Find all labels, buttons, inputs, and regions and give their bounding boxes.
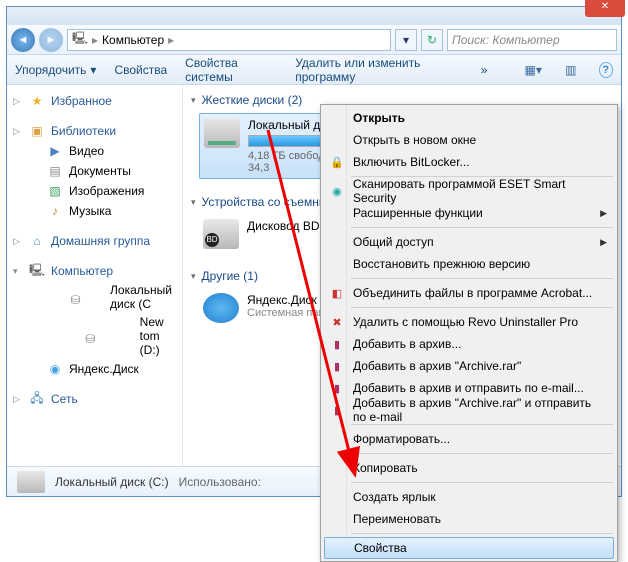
ctx-copy[interactable]: Копировать xyxy=(323,457,615,479)
back-button[interactable]: ◄ xyxy=(11,28,35,52)
cloud-icon: ◉ xyxy=(47,361,63,377)
refresh-button[interactable]: ↻ xyxy=(421,29,443,51)
expand-icon: ▷ xyxy=(13,96,20,107)
ctx-create-shortcut[interactable]: Создать ярлык xyxy=(323,486,615,508)
expand-icon: ▷ xyxy=(13,394,20,405)
search-input[interactable]: Поиск: Компьютер xyxy=(447,29,617,51)
drive-icon: ⛁ xyxy=(47,289,104,305)
sidebar-network[interactable]: ▷🖧Сеть xyxy=(7,389,182,409)
sidebar-libraries[interactable]: ▷▣Библиотеки xyxy=(7,121,182,141)
titlebar: ✕ xyxy=(7,7,621,25)
rar-icon: ▮ xyxy=(329,358,345,374)
context-menu: Открыть Открыть в новом окне 🔒Включить B… xyxy=(320,104,618,562)
ctx-share[interactable]: Общий доступ▶ xyxy=(323,231,615,253)
computer-icon: 🖳 xyxy=(72,32,88,48)
star-icon: ★ xyxy=(29,93,45,109)
revo-icon: ✖ xyxy=(329,314,345,330)
sidebar-computer[interactable]: ▾🖳Компьютер xyxy=(7,261,182,281)
sidebar-item-drive-c[interactable]: ⛁Локальный диск (С xyxy=(7,281,182,313)
sidebar-item-images[interactable]: ▧Изображения xyxy=(7,181,182,201)
sidebar-item-music[interactable]: ♪Музыка xyxy=(7,201,182,221)
ctx-eset-ext[interactable]: Расширенные функции▶ xyxy=(323,202,615,224)
ctx-open-new-window[interactable]: Открыть в новом окне xyxy=(323,129,615,151)
sidebar-favorites[interactable]: ▷★Избранное xyxy=(7,91,182,111)
sidebar: ▷★Избранное ▷▣Библиотеки ▶Видео ▤Докумен… xyxy=(7,85,183,466)
ctx-format[interactable]: Форматировать... xyxy=(323,428,615,450)
organize-menu[interactable]: Упорядочить ▾ xyxy=(15,63,96,77)
bitlocker-icon: 🔒 xyxy=(329,154,345,170)
view-mode-button[interactable]: ▦▾ xyxy=(523,60,543,80)
ctx-revo-uninstall[interactable]: ✖Удалить с помощью Revo Uninstaller Pro xyxy=(323,311,615,333)
sidebar-item-video[interactable]: ▶Видео xyxy=(7,141,182,161)
ctx-add-archive-rar[interactable]: ▮Добавить в архив "Archive.rar" xyxy=(323,355,615,377)
music-icon: ♪ xyxy=(47,203,63,219)
rar-icon: ▮ xyxy=(329,336,345,352)
close-button[interactable]: ✕ xyxy=(585,0,625,17)
nav-bar: ◄ ► 🖳 ▸ Компьютер ▸ ▾ ↻ Поиск: Компьютер xyxy=(7,25,621,55)
submenu-arrow-icon: ▶ xyxy=(600,237,607,248)
rar-icon: ▮ xyxy=(329,380,345,396)
drive-icon xyxy=(17,471,45,493)
video-icon: ▶ xyxy=(47,143,63,159)
breadcrumb-sep-icon: ▸ xyxy=(168,33,174,47)
expand-icon: ▷ xyxy=(13,126,20,137)
document-icon: ▤ xyxy=(47,163,63,179)
properties-button[interactable]: Свойства xyxy=(114,63,167,77)
ctx-rename[interactable]: Переименовать xyxy=(323,508,615,530)
ctx-restore-version[interactable]: Восстановить прежнюю версию xyxy=(323,253,615,275)
toolbar-overflow[interactable]: » xyxy=(481,63,488,77)
computer-icon: 🖳 xyxy=(29,263,45,279)
ctx-acrobat-combine[interactable]: ◧Объединить файлы в программе Acrobat... xyxy=(323,282,615,304)
status-drive-name: Локальный диск (C:) xyxy=(55,475,169,489)
ctx-add-archive[interactable]: ▮Добавить в архив... xyxy=(323,333,615,355)
sidebar-item-yandex[interactable]: ◉Яндекс.Диск xyxy=(7,359,182,379)
forward-button[interactable]: ► xyxy=(39,28,63,52)
help-button[interactable]: ? xyxy=(599,62,613,78)
collapse-icon: ▾ xyxy=(191,197,196,208)
rar-icon: ▮ xyxy=(329,402,345,418)
collapse-icon: ▾ xyxy=(191,271,196,282)
ctx-eset-scan[interactable]: ◉Сканировать программой ESET Smart Secur… xyxy=(323,180,615,202)
sidebar-homegroup[interactable]: ▷⌂Домашняя группа xyxy=(7,231,182,251)
ctx-archive-rar-email[interactable]: ▮Добавить в архив "Archive.rar" и отправ… xyxy=(323,399,615,421)
preview-pane-button[interactable]: ▥ xyxy=(561,60,581,80)
drive-icon: ⛁ xyxy=(47,328,134,344)
sidebar-item-drive-d[interactable]: ⛁New tom (D:) xyxy=(7,313,182,359)
acrobat-icon: ◧ xyxy=(329,285,345,301)
homegroup-icon: ⌂ xyxy=(29,233,45,249)
submenu-arrow-icon: ▶ xyxy=(600,208,607,219)
network-icon: 🖧 xyxy=(29,391,45,407)
ctx-open[interactable]: Открыть xyxy=(323,107,615,129)
uninstall-button[interactable]: Удалить или изменить программу xyxy=(295,56,463,84)
address-bar[interactable]: 🖳 ▸ Компьютер ▸ xyxy=(67,29,391,51)
breadcrumb-sep-icon: ▸ xyxy=(92,33,98,47)
system-properties-button[interactable]: Свойства системы xyxy=(185,56,277,84)
toolbar: Упорядочить ▾ Свойства Свойства системы … xyxy=(7,55,621,85)
chevron-down-icon: ▾ xyxy=(90,63,96,77)
collapse-icon: ▾ xyxy=(13,266,18,277)
history-dropdown[interactable]: ▾ xyxy=(395,29,417,51)
libraries-icon: ▣ xyxy=(29,123,45,139)
bdrom-icon xyxy=(203,219,239,249)
sidebar-item-documents[interactable]: ▤Документы xyxy=(7,161,182,181)
expand-icon: ▷ xyxy=(13,236,20,247)
image-icon: ▧ xyxy=(47,183,63,199)
collapse-icon: ▾ xyxy=(191,95,196,106)
drive-icon xyxy=(204,118,240,148)
breadcrumb-computer[interactable]: Компьютер xyxy=(102,33,164,47)
ctx-bitlocker[interactable]: 🔒Включить BitLocker... xyxy=(323,151,615,173)
status-used-label: Использовано: xyxy=(179,475,261,489)
yandex-disk-icon xyxy=(203,293,239,323)
ctx-properties[interactable]: Свойства xyxy=(324,537,614,559)
eset-icon: ◉ xyxy=(329,183,345,199)
